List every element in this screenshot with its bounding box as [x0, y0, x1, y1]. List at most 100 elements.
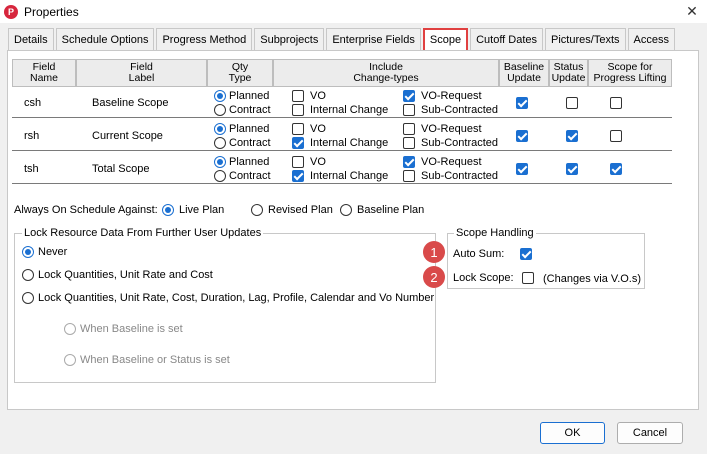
- header-field-label: Field Label: [76, 59, 207, 87]
- vo-label: VO: [310, 156, 326, 168]
- schedule-against-label: Always On Schedule Against:: [14, 204, 158, 216]
- vo-request-checkbox[interactable]: [403, 156, 415, 168]
- vo-checkbox[interactable]: [292, 156, 304, 168]
- contract-label: Contract: [229, 137, 271, 149]
- auto-sum-label: Auto Sum:: [453, 248, 505, 260]
- table-row: tsh Total Scope Planned Contract VO Internal …: [12, 153, 672, 184]
- vo-label: VO: [310, 123, 326, 135]
- tab-strip: Details Schedule Options Progress Method…: [8, 28, 677, 50]
- vo-request-checkbox[interactable]: [403, 123, 415, 135]
- lock-qty-rate-cost-label: Lock Quantities, Unit Rate and Cost: [38, 269, 213, 281]
- revised-plan-label: Revised Plan: [268, 204, 333, 216]
- live-plan-label: Live Plan: [179, 204, 225, 216]
- baseline-update-checkbox[interactable]: [516, 163, 528, 175]
- internal-change-checkbox[interactable]: [292, 137, 304, 149]
- planned-label: Planned: [229, 90, 270, 102]
- internal-change-checkbox[interactable]: [292, 170, 304, 182]
- table-row: rsh Current Scope Planned Contract VO Interna…: [12, 120, 672, 151]
- baseline-update-checkbox[interactable]: [516, 97, 528, 109]
- step-badge-2: 2: [423, 266, 445, 288]
- sub-contracted-checkbox[interactable]: [403, 137, 415, 149]
- lock-resource-title: Lock Resource Data From Further User Upd…: [22, 227, 264, 239]
- planned-radio[interactable]: [214, 123, 226, 135]
- revised-plan-radio[interactable]: [251, 204, 263, 216]
- header-field-name: Field Name: [12, 59, 76, 87]
- sub-contracted-label: Sub-Contracted: [421, 137, 499, 149]
- tab-progress-method[interactable]: Progress Method: [156, 28, 253, 50]
- field-label-cell: Baseline Scope: [92, 97, 169, 109]
- vo-label: VO: [310, 90, 326, 102]
- field-name-cell: csh: [24, 97, 42, 109]
- sub-contracted-checkbox[interactable]: [403, 170, 415, 182]
- planned-radio[interactable]: [214, 90, 226, 102]
- contract-radio[interactable]: [214, 170, 226, 182]
- tab-cutoff-dates[interactable]: Cutoff Dates: [470, 28, 544, 50]
- lock-all-radio[interactable]: [22, 292, 34, 304]
- vo-checkbox[interactable]: [292, 123, 304, 135]
- status-update-checkbox[interactable]: [566, 130, 578, 142]
- contract-label: Contract: [229, 104, 271, 116]
- tab-subprojects[interactable]: Subprojects: [254, 28, 325, 50]
- field-label-cell: Total Scope: [92, 163, 150, 175]
- scope-lifting-checkbox[interactable]: [610, 97, 622, 109]
- header-include-change-types: Include Change-types: [273, 59, 499, 87]
- tab-scope[interactable]: Scope: [422, 28, 469, 50]
- baseline-plan-label: Baseline Plan: [357, 204, 425, 216]
- scope-lifting-checkbox[interactable]: [610, 163, 622, 175]
- table-row: csh Baseline Scope Planned Contract VO Intern…: [12, 87, 672, 118]
- vo-checkbox[interactable]: [292, 90, 304, 102]
- when-baseline-status-label: When Baseline or Status is set: [80, 354, 230, 366]
- window-title: Properties: [24, 4, 79, 19]
- planned-label: Planned: [229, 156, 270, 168]
- cancel-button[interactable]: Cancel: [617, 422, 683, 444]
- field-name-cell: rsh: [24, 130, 40, 142]
- vo-request-label: VO-Request: [421, 123, 482, 135]
- lock-never-label: Never: [38, 246, 68, 258]
- title-bar: P Properties ✕: [0, 0, 707, 23]
- tab-enterprise-fields[interactable]: Enterprise Fields: [326, 28, 421, 50]
- header-baseline-update: Baseline Update: [499, 59, 549, 87]
- auto-sum-checkbox[interactable]: [520, 248, 532, 260]
- header-status-update: Status Update: [549, 59, 588, 87]
- lock-scope-label: Lock Scope:: [453, 272, 514, 284]
- live-plan-radio[interactable]: [162, 204, 174, 216]
- planned-label: Planned: [229, 123, 270, 135]
- planned-radio[interactable]: [214, 156, 226, 168]
- close-icon[interactable]: ✕: [683, 2, 701, 20]
- app-logo-icon: P: [4, 4, 18, 19]
- vo-request-label: VO-Request: [421, 90, 482, 102]
- tab-details[interactable]: Details: [8, 28, 54, 50]
- sub-contracted-checkbox[interactable]: [403, 104, 415, 116]
- status-update-checkbox[interactable]: [566, 163, 578, 175]
- baseline-plan-radio[interactable]: [340, 204, 352, 216]
- contract-radio[interactable]: [214, 104, 226, 116]
- when-baseline-label: When Baseline is set: [80, 323, 183, 335]
- ok-button[interactable]: OK: [540, 422, 605, 444]
- internal-change-checkbox[interactable]: [292, 104, 304, 116]
- contract-radio[interactable]: [214, 137, 226, 149]
- field-name-cell: tsh: [24, 163, 39, 175]
- baseline-update-checkbox[interactable]: [516, 130, 528, 142]
- when-baseline-status-radio[interactable]: [64, 354, 76, 366]
- sub-contracted-label: Sub-Contracted: [421, 104, 499, 116]
- vo-request-label: VO-Request: [421, 156, 482, 168]
- tab-schedule-options[interactable]: Schedule Options: [55, 28, 155, 50]
- lock-qty-rate-cost-radio[interactable]: [22, 269, 34, 281]
- lock-all-label: Lock Quantities, Unit Rate, Cost, Durati…: [38, 292, 435, 304]
- header-scope-lifting: Scope for Progress Lifting: [588, 59, 672, 87]
- scope-handling-title: Scope Handling: [454, 227, 536, 239]
- internal-change-label: Internal Change: [310, 170, 389, 182]
- when-baseline-radio[interactable]: [64, 323, 76, 335]
- contract-label: Contract: [229, 170, 271, 182]
- header-qty-type: Qty Type: [207, 59, 273, 87]
- field-label-cell: Current Scope: [92, 130, 163, 142]
- scope-panel: Field Name Field Label Qty Type Include …: [7, 50, 699, 410]
- lock-scope-checkbox[interactable]: [522, 272, 534, 284]
- lock-never-radio[interactable]: [22, 246, 34, 258]
- internal-change-label: Internal Change: [310, 104, 389, 116]
- scope-lifting-checkbox[interactable]: [610, 130, 622, 142]
- tab-access[interactable]: Access: [627, 28, 675, 50]
- tab-pictures-texts[interactable]: Pictures/Texts: [545, 28, 626, 50]
- status-update-checkbox[interactable]: [566, 97, 578, 109]
- vo-request-checkbox[interactable]: [403, 90, 415, 102]
